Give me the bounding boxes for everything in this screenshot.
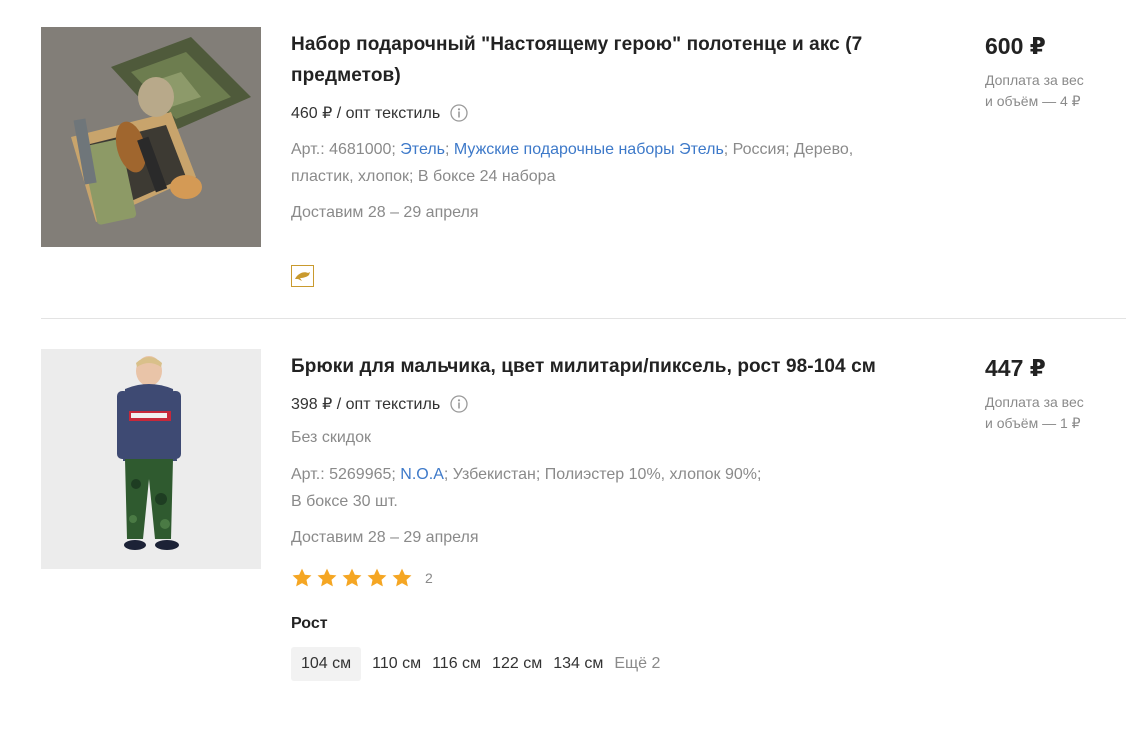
surcharge-line-2: и объём — 4 ₽: [985, 93, 1081, 109]
review-count: 2: [425, 570, 433, 586]
product-image[interactable]: [41, 27, 261, 247]
surcharge-note: Доплата за вес и объём — 1 ₽: [985, 392, 1125, 434]
materials: Полиэстер 10%, хлопок 90%: [544, 466, 757, 483]
info-icon[interactable]: [450, 395, 468, 413]
surcharge-line-1: Доплата за вес: [985, 72, 1084, 88]
product-meta: Арт.: 5269965; N.O.A; Узбекистан; Полиэс…: [291, 466, 762, 510]
wholesale-price-text: 398 ₽ / опт текстиль: [291, 396, 441, 413]
product-info: Набор подарочный "Настоящему герою" поло…: [291, 29, 911, 225]
product-image[interactable]: [41, 349, 261, 569]
star-icon: [391, 567, 413, 589]
country: Узбекистан: [452, 466, 536, 483]
star-icon: [366, 567, 388, 589]
dolphin-icon[interactable]: [291, 265, 314, 287]
surcharge-note: Доплата за вес и объём — 4 ₽: [985, 70, 1125, 112]
product-info: Брюки для мальчика, цвет милитари/пиксел…: [291, 351, 911, 681]
delivery-date: Доставим 28 – 29 апреля: [291, 529, 479, 546]
product-card: Набор подарочный "Настоящему герою" поло…: [0, 0, 1126, 318]
sku: Арт.: 4681000: [291, 141, 392, 158]
size-option[interactable]: 134 см: [548, 647, 608, 681]
price: 600 ₽: [985, 33, 1046, 59]
size-option[interactable]: 122 см: [487, 647, 547, 681]
rating[interactable]: 2: [291, 566, 911, 590]
star-icon: [291, 567, 313, 589]
price: 447 ₽: [985, 355, 1046, 381]
size-option[interactable]: 116 см: [427, 647, 486, 681]
product-title[interactable]: Набор подарочный "Настоящему герою" поло…: [291, 29, 911, 91]
delivery-date: Доставим 28 – 29 апреля: [291, 204, 479, 221]
country: Россия: [732, 141, 786, 158]
price-block: 600 ₽ Доплата за вес и объём — 4 ₽: [985, 30, 1125, 112]
size-selector: 104 см 110 см 116 см 122 см 134 см Ещё 2: [291, 647, 911, 681]
surcharge-line-2: и объём — 1 ₽: [985, 415, 1081, 431]
info-icon[interactable]: [450, 104, 468, 122]
more-sizes-link[interactable]: Ещё 2: [609, 655, 665, 673]
brand-link[interactable]: Этель: [400, 141, 445, 158]
product-meta: Арт.: 4681000; Этель; Мужские подарочные…: [291, 141, 854, 185]
sku: Арт.: 5269965: [291, 466, 392, 483]
brand-link[interactable]: N.O.A: [400, 466, 444, 483]
size-label: Рост: [291, 615, 328, 632]
size-option[interactable]: 104 см: [291, 647, 362, 681]
product-card: Брюки для мальчика, цвет милитари/пиксел…: [0, 319, 1126, 733]
star-icon: [341, 567, 363, 589]
wholesale-price-text: 460 ₽ / опт текстиль: [291, 105, 441, 122]
no-discount-label: Без скидок: [291, 429, 371, 446]
collection-link[interactable]: Мужские подарочные наборы Этель: [454, 141, 724, 158]
wholesale-price: 398 ₽ / опт текстиль: [291, 392, 911, 416]
star-icon: [316, 567, 338, 589]
pack-size: В боксе 24 набора: [417, 168, 556, 185]
pack-size: В боксе 30 шт.: [291, 493, 398, 510]
surcharge-line-1: Доплата за вес: [985, 394, 1084, 410]
wholesale-price: 460 ₽ / опт текстиль: [291, 101, 911, 125]
size-option[interactable]: 110 см: [367, 647, 426, 681]
product-title[interactable]: Брюки для мальчика, цвет милитари/пиксел…: [291, 351, 911, 382]
price-block: 447 ₽ Доплата за вес и объём — 1 ₽: [985, 352, 1125, 434]
